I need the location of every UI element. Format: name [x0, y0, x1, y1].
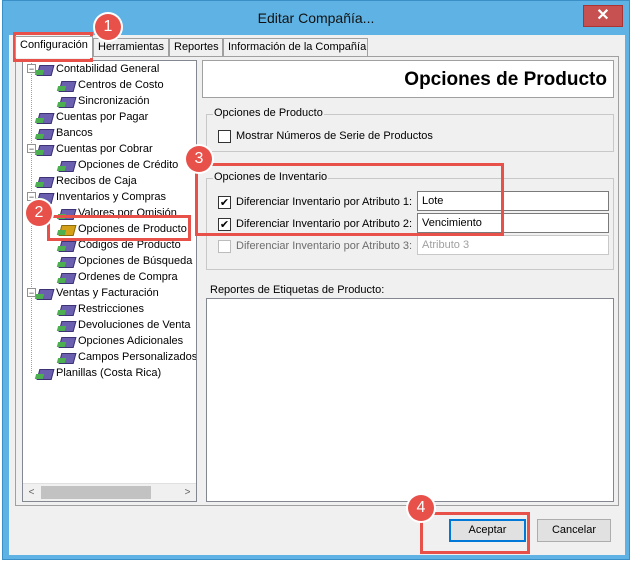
tree-item-cuentas-pagar[interactable]: Cuentas por Pagar: [36, 109, 148, 125]
attr3-checkbox[interactable]: [218, 240, 231, 253]
book-icon: [36, 110, 55, 125]
dialog-client-area: Configuración Herramientas Reportes Info…: [9, 35, 625, 555]
scroll-left-arrow-icon[interactable]: <: [23, 484, 40, 501]
page-title: Opciones de Producto: [404, 69, 607, 90]
book-icon: [36, 142, 55, 157]
book-icon: [58, 334, 77, 349]
tree-horizontal-scrollbar[interactable]: < >: [23, 483, 196, 501]
tab-panel-configuracion: − Contabilidad General Centros de Costo …: [15, 56, 619, 506]
options-panel: Opciones de Producto Opciones de Product…: [202, 60, 614, 502]
tree-item-ordenes-compra[interactable]: Ordenes de Compra: [58, 269, 178, 285]
tab-reportes[interactable]: Reportes: [169, 38, 223, 57]
book-icon: [36, 62, 55, 77]
cancel-button[interactable]: Cancelar: [537, 519, 611, 542]
product-options-group: Opciones de Producto Mostrar Números de …: [206, 107, 614, 152]
close-button[interactable]: ✕: [583, 5, 623, 27]
tab-informacion-compania[interactable]: Información de la Compañía: [223, 38, 368, 57]
book-icon: [58, 302, 77, 317]
show-serials-checkbox[interactable]: [218, 130, 231, 143]
tree-item-centros-costo[interactable]: Centros de Costo: [58, 77, 164, 93]
tree-item-opciones-busqueda[interactable]: Opciones de Búsqueda: [58, 253, 192, 269]
annotation-badge-4: 4: [408, 495, 434, 521]
tree-item-opciones-credito[interactable]: Opciones de Crédito: [58, 157, 178, 173]
tree-item-devoluciones-venta[interactable]: Devoluciones de Venta: [58, 317, 191, 333]
tree-item-inventarios-compras[interactable]: Inventarios y Compras: [36, 189, 166, 205]
book-icon: [36, 366, 55, 381]
book-icon: [58, 270, 77, 285]
book-icon: [58, 350, 77, 365]
annotation-badge-1: 1: [95, 14, 121, 40]
dialog-window: Editar Compañía... ✕ Configuración Herra…: [2, 0, 630, 560]
attr3-input[interactable]: Atributo 3: [417, 235, 609, 255]
book-icon: [58, 318, 77, 333]
book-icon: [58, 158, 77, 173]
book-icon: [36, 174, 55, 189]
tab-configuracion[interactable]: Configuración: [15, 36, 93, 58]
annotation-box-3: [195, 163, 504, 236]
settings-tree[interactable]: − Contabilidad General Centros de Costo …: [22, 60, 197, 502]
tree-item-contabilidad-general[interactable]: Contabilidad General: [36, 61, 159, 77]
tab-herramientas[interactable]: Herramientas: [93, 38, 169, 57]
tree-item-opciones-adicionales[interactable]: Opciones Adicionales: [58, 333, 183, 349]
annotation-badge-2: 2: [26, 200, 52, 226]
attr3-label: Diferenciar Inventario por Atributo 3:: [236, 240, 413, 252]
tree-item-recibos-caja[interactable]: Recibos de Caja: [36, 173, 137, 189]
scroll-thumb[interactable]: [41, 486, 151, 499]
label-reports-list[interactable]: [206, 298, 614, 502]
tree-item-planillas[interactable]: Planillas (Costa Rica): [36, 365, 161, 381]
show-serials-label: Mostrar Números de Serie de Productos: [236, 130, 433, 142]
book-icon: [58, 94, 77, 109]
tree-item-ventas-facturacion[interactable]: Ventas y Facturación: [36, 285, 159, 301]
book-icon: [36, 286, 55, 301]
tree-item-campos-personalizados[interactable]: Campos Personalizados: [58, 349, 196, 365]
book-icon: [36, 126, 55, 141]
tree-item-sincronizacion[interactable]: Sincronización: [58, 93, 150, 109]
annotation-badge-3: 3: [186, 146, 212, 172]
panel-header: Opciones de Producto: [202, 60, 614, 98]
book-icon: [58, 254, 77, 269]
annotation-box-4: [420, 512, 530, 554]
annotation-box-2: [47, 215, 191, 241]
group-label: Opciones de Producto: [213, 107, 324, 119]
book-icon: [58, 78, 77, 93]
tree-item-restricciones[interactable]: Restricciones: [58, 301, 144, 317]
tree-item-cuentas-cobrar[interactable]: Cuentas por Cobrar: [36, 141, 153, 157]
tree-item-bancos[interactable]: Bancos: [36, 125, 93, 141]
scroll-right-arrow-icon[interactable]: >: [179, 484, 196, 501]
label-reports-label: Reportes de Etiquetas de Producto:: [210, 284, 385, 296]
